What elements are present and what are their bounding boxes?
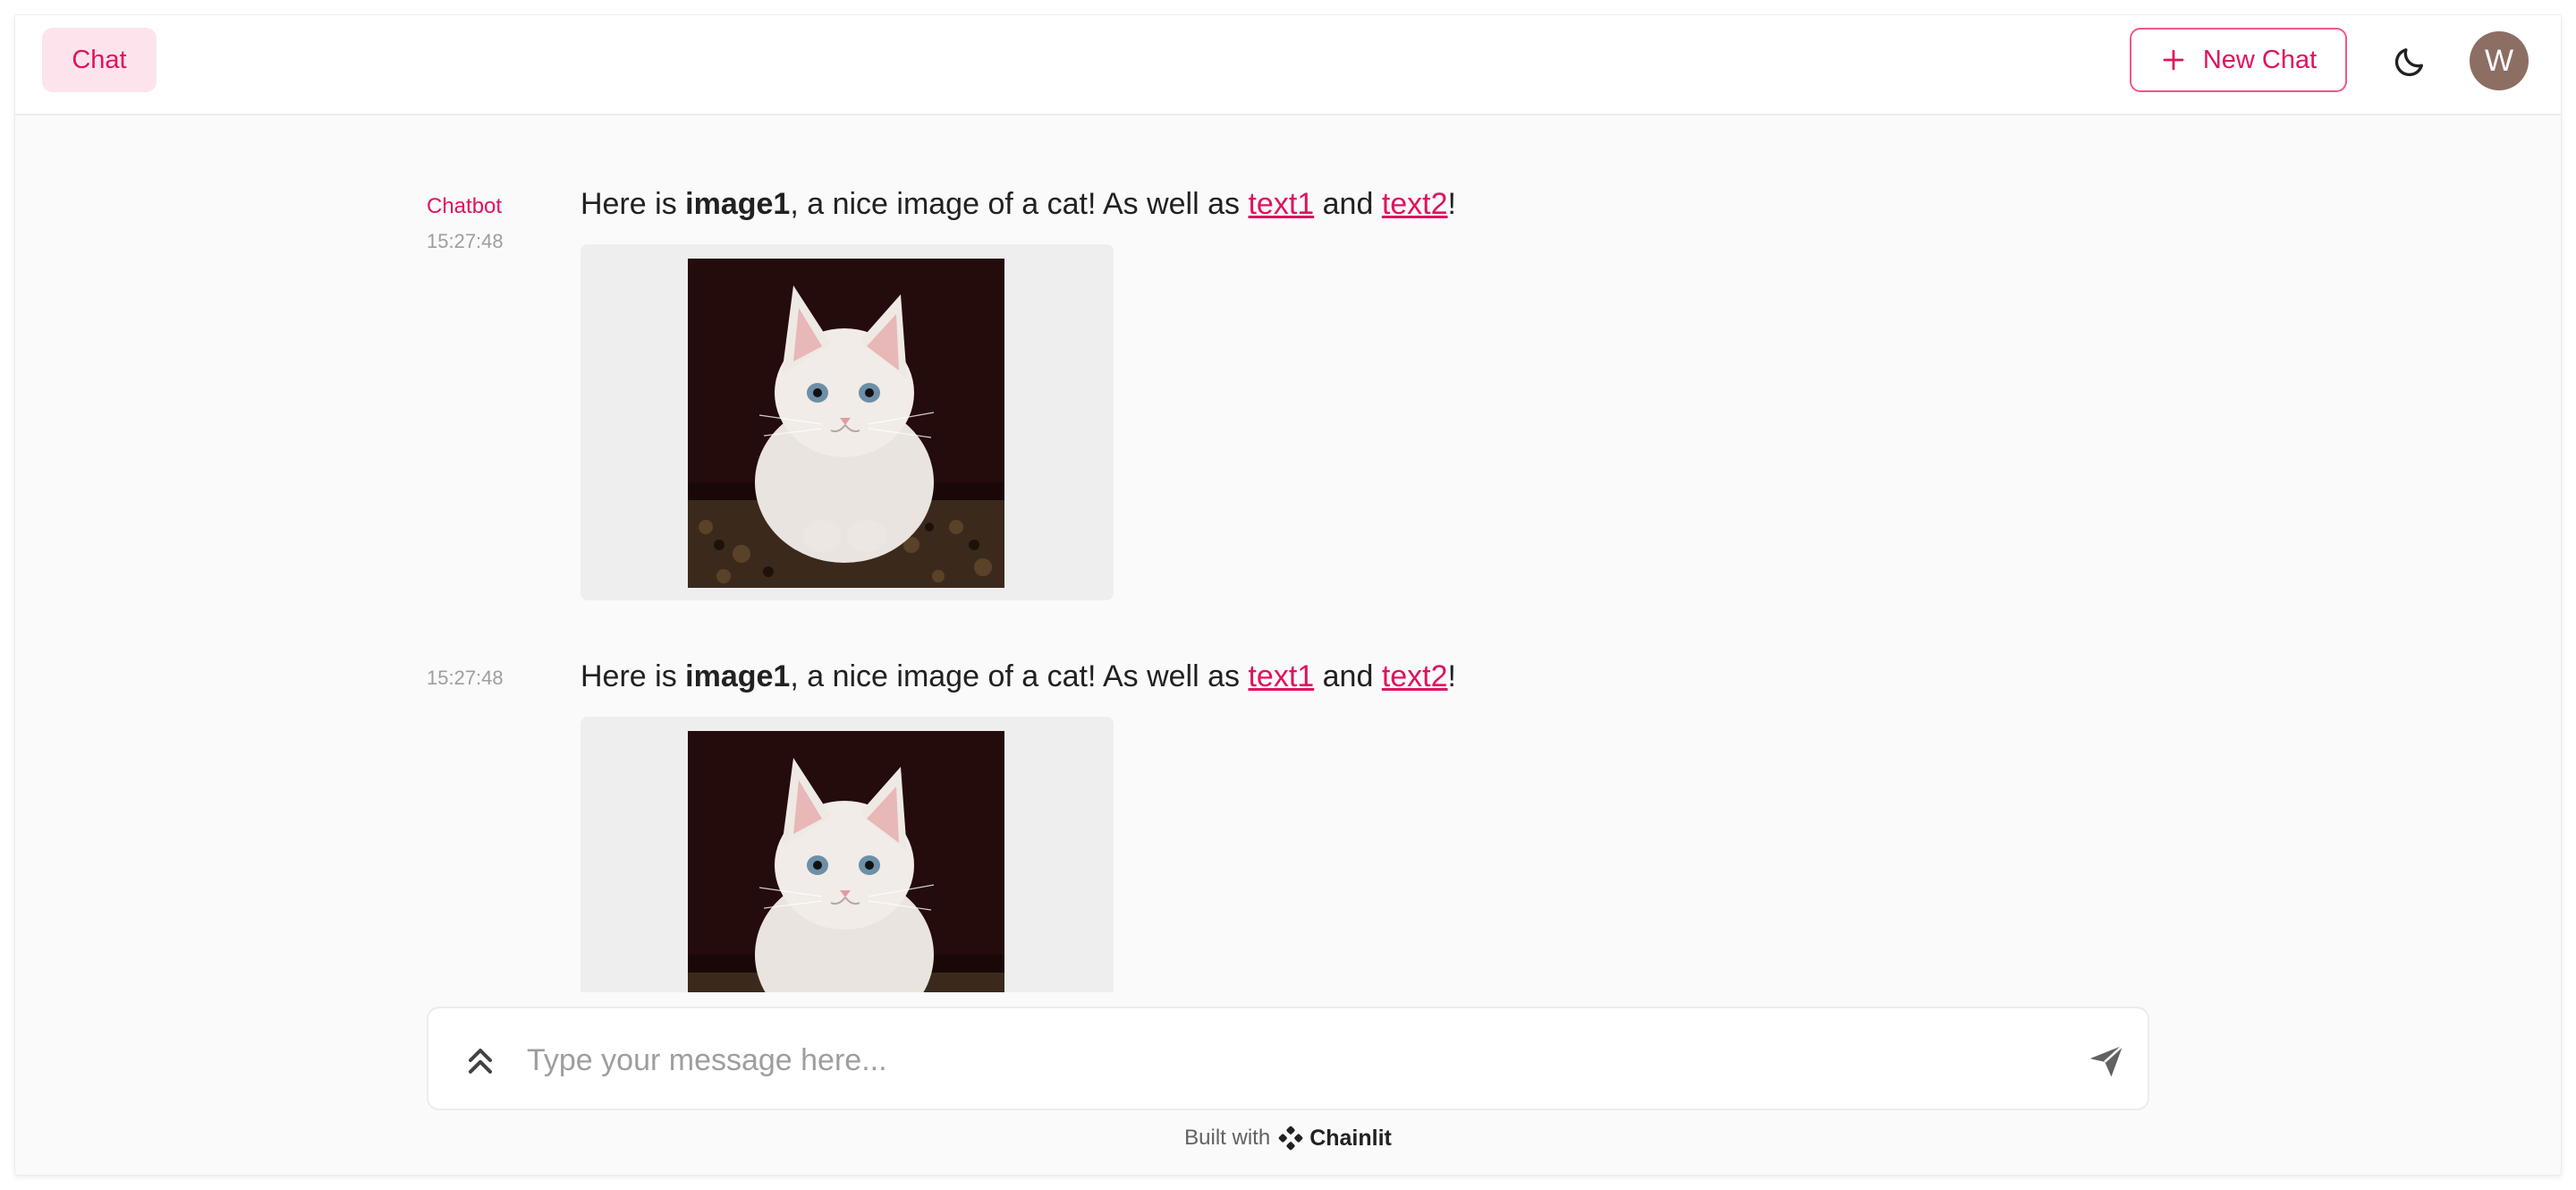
message-composer: [427, 1007, 2149, 1110]
theme-toggle-button[interactable]: [2388, 40, 2431, 83]
image-container[interactable]: [580, 717, 1114, 992]
built-with-text: Built with: [1184, 1126, 1271, 1150]
message-input[interactable]: [527, 1033, 2003, 1087]
new-chat-button[interactable]: New Chat: [2130, 28, 2347, 92]
app-window: Chat New Chat W Chatbot 15:27:48 Here is…: [14, 14, 2562, 1176]
chainlit-link[interactable]: Chainlit: [1277, 1125, 1392, 1152]
cat-image[interactable]: [688, 259, 1004, 588]
text-bold[interactable]: image1: [685, 187, 790, 221]
text-suffix: !: [1447, 187, 1456, 221]
text-middle: , a nice image of a cat! As well as: [790, 659, 1249, 693]
text-middle: , a nice image of a cat! As well as: [790, 187, 1249, 221]
new-chat-label: New Chat: [2202, 45, 2318, 74]
link-text2[interactable]: text2: [1382, 187, 1448, 221]
text-prefix: Here is: [580, 187, 686, 221]
message-text: Here is image1, a nice image of a cat! A…: [580, 659, 1456, 694]
text-and: and: [1314, 659, 1382, 693]
link-text1[interactable]: text1: [1248, 187, 1314, 221]
link-text1[interactable]: text1: [1248, 659, 1314, 693]
moon-icon: [2394, 48, 2423, 77]
header: Chat New Chat W: [15, 15, 2561, 115]
image-container[interactable]: [580, 244, 1114, 600]
send-icon[interactable]: [2087, 1041, 2126, 1080]
text-suffix: !: [1447, 659, 1456, 693]
message-time: 15:27:48: [427, 667, 504, 689]
chainlit-logo-icon: [1278, 1126, 1303, 1151]
cat-image[interactable]: [688, 731, 1004, 992]
message-time: 15:27:48: [427, 230, 504, 252]
chainlit-brand-label: Chainlit: [1309, 1125, 1392, 1151]
plus-icon: [2163, 49, 2184, 71]
chevrons-up-icon[interactable]: [461, 1041, 500, 1080]
message-text: Here is image1, a nice image of a cat! A…: [580, 187, 1456, 222]
message-list: Chatbot 15:27:48 Here is image1, a nice …: [15, 115, 2561, 992]
text-and: and: [1314, 187, 1382, 221]
message-author: Chatbot: [427, 194, 503, 218]
footer: Built with Chainlit: [15, 1125, 2561, 1152]
text-prefix: Here is: [580, 659, 686, 693]
text-bold[interactable]: image1: [685, 659, 790, 693]
tab-chat[interactable]: Chat: [42, 28, 157, 92]
link-text2[interactable]: text2: [1382, 659, 1448, 693]
avatar[interactable]: W: [2470, 31, 2529, 90]
